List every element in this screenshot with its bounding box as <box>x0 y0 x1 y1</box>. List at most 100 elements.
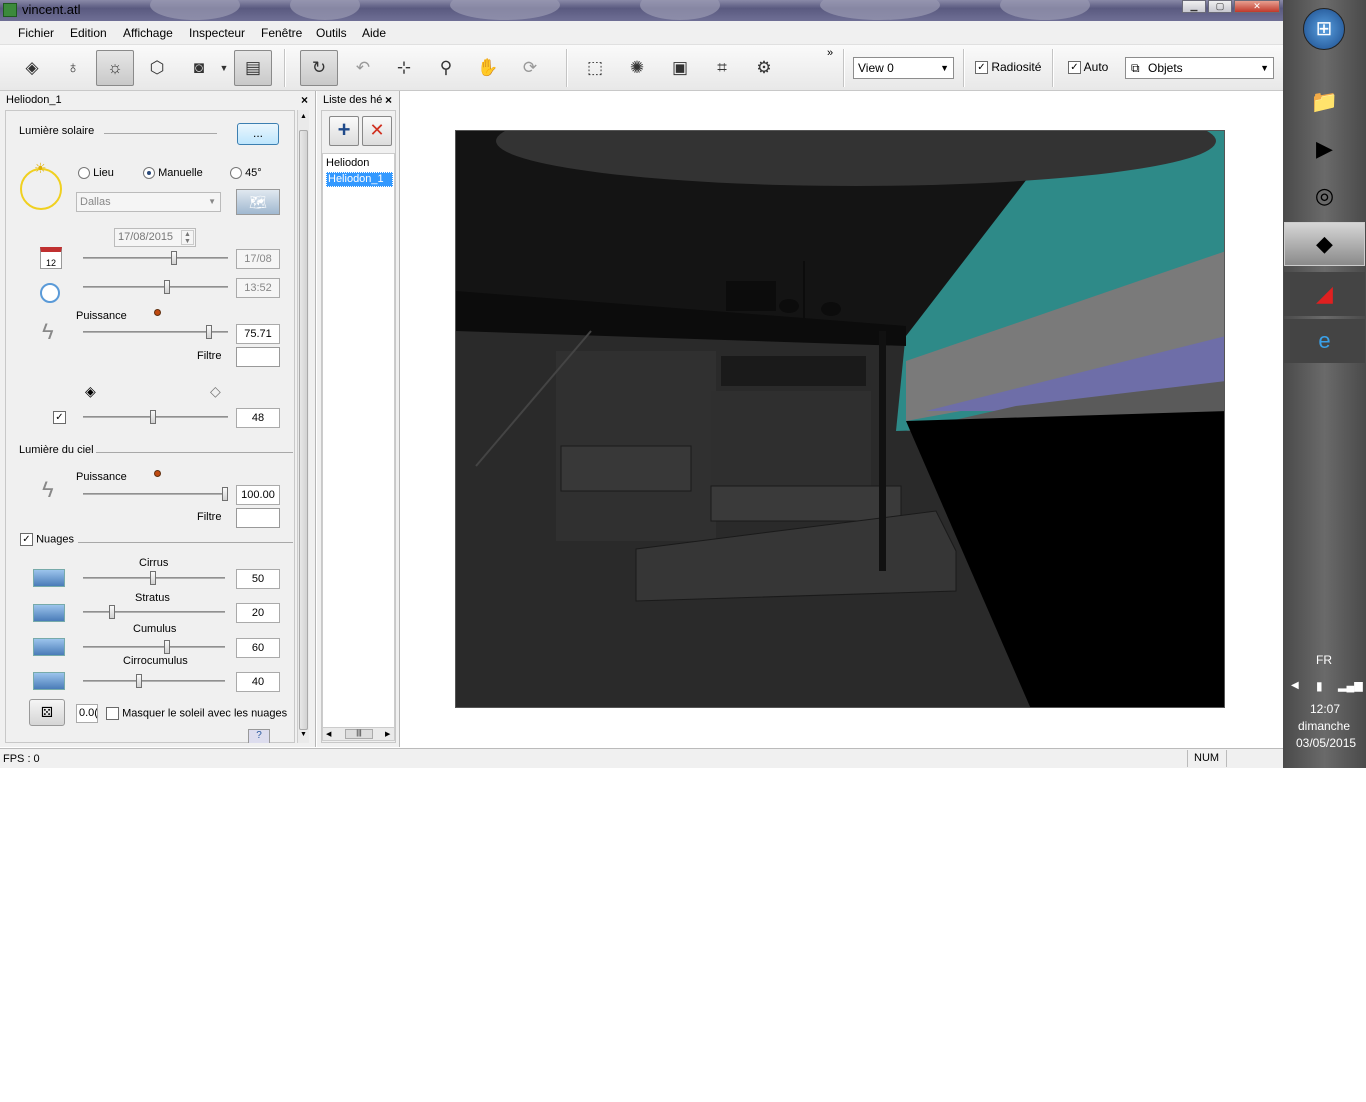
time-slider-thumb[interactable] <box>164 280 170 294</box>
mode-lieu[interactable]: Lieu <box>78 167 114 180</box>
objets-select[interactable]: ⧉ Objets ▼ <box>1125 57 1274 79</box>
ie-icon[interactable]: e <box>1284 319 1365 363</box>
sky-power-slider[interactable] <box>83 487 228 501</box>
cumulus-value[interactable]: 60 <box>236 638 280 658</box>
radio-manuelle[interactable] <box>143 167 155 180</box>
scroll-down-icon[interactable]: ▼ <box>300 731 307 738</box>
clouds-checkbox[interactable]: ✓ <box>20 533 33 546</box>
camera-dropdown-icon[interactable]: ▼ <box>217 50 231 86</box>
media-player-icon[interactable]: ▶ <box>1284 127 1365 171</box>
document-icon[interactable]: ▤ <box>234 50 272 86</box>
scroll-left-icon[interactable]: ◀ <box>326 730 331 738</box>
render-camera-icon[interactable]: ▣ <box>661 50 699 86</box>
scroll-right-icon[interactable]: ▶ <box>385 730 390 738</box>
minimize-button[interactable]: ▁ <box>1182 0 1206 13</box>
location-select[interactable]: Dallas ▼ <box>76 192 221 212</box>
tray-arrow-icon[interactable]: ◀ <box>1291 680 1299 691</box>
light-bulb-icon[interactable]: ♁ <box>54 50 92 86</box>
pan-axis-icon[interactable]: ⊹ <box>385 50 423 86</box>
menu-outils[interactable]: Outils <box>316 26 347 40</box>
sun-options-button[interactable]: ... <box>237 123 279 145</box>
add-icon[interactable]: + <box>329 116 359 146</box>
shadow-slider[interactable] <box>83 410 228 424</box>
help-icon[interactable]: ? <box>248 729 270 743</box>
date-slider[interactable] <box>83 251 228 265</box>
render-view[interactable] <box>455 130 1225 708</box>
clock-day[interactable]: dimanche <box>1298 719 1350 733</box>
radio-45[interactable] <box>230 167 242 180</box>
orbit-icon[interactable]: ↻ <box>300 50 338 86</box>
gear-icon[interactable]: ⚙ <box>745 50 783 86</box>
clock-time[interactable]: 12:07 <box>1310 702 1340 716</box>
crop-icon[interactable]: ⌗ <box>703 50 741 86</box>
close-button[interactable]: ✕ <box>1234 0 1280 13</box>
shadow-value[interactable]: 48 <box>236 408 280 428</box>
radio-lieu[interactable] <box>78 167 90 180</box>
panel-close-icon[interactable]: × <box>301 93 308 107</box>
sky-filter-color[interactable] <box>236 508 280 528</box>
cumulus-slider[interactable] <box>83 640 225 654</box>
sun-icon[interactable]: ☼ <box>96 50 134 86</box>
signal-icon[interactable]: ▂▄▆ <box>1338 679 1363 692</box>
delete-icon[interactable]: ✕ <box>362 116 392 146</box>
menu-aide[interactable]: Aide <box>362 26 386 40</box>
language-indicator[interactable]: FR <box>1316 653 1332 667</box>
date-field[interactable]: 17/08/2015 ▲ ▼ <box>114 228 196 247</box>
mode-45[interactable]: 45° <box>230 167 262 180</box>
sky-power-slider-thumb[interactable] <box>222 487 228 501</box>
shadow-checkbox[interactable]: ✓ <box>53 411 66 424</box>
camera-icon[interactable]: ◙ <box>180 50 218 86</box>
clock-date[interactable]: 03/05/2015 <box>1296 736 1356 750</box>
list-close-icon[interactable]: × <box>385 93 392 107</box>
stratus-slider[interactable] <box>83 605 225 619</box>
menu-fenetre[interactable]: Fenêtre <box>261 26 302 40</box>
cirrus-slider[interactable] <box>83 571 225 585</box>
auto-toggle[interactable]: ✓ Auto <box>1068 60 1108 75</box>
stratus-slider-thumb[interactable] <box>109 605 115 619</box>
sun-power-value[interactable]: 75.71 <box>236 324 280 344</box>
maximize-button[interactable]: ▢ <box>1208 0 1232 13</box>
scroll-thumb[interactable] <box>299 130 308 730</box>
radiosite-checkbox[interactable]: ✓ <box>975 61 988 75</box>
cirrus-slider-thumb[interactable] <box>150 571 156 585</box>
mode-manuelle[interactable]: Manuelle <box>143 167 203 180</box>
clouds-toggle[interactable]: ✓ Nuages <box>20 533 74 546</box>
menu-inspecteur[interactable]: Inspecteur <box>189 26 245 40</box>
cumulus-slider-thumb[interactable] <box>164 640 170 654</box>
spin-icon[interactable]: ▲ ▼ <box>181 230 194 245</box>
sun-power-slider[interactable] <box>83 325 228 339</box>
dice-icon[interactable]: ⚄ <box>29 699 65 726</box>
sky-power-value[interactable]: 100.00 <box>236 485 280 505</box>
cirrocumulus-slider-thumb[interactable] <box>136 674 142 688</box>
artlantis-icon[interactable]: ◆ <box>1284 222 1365 266</box>
axis-icon[interactable]: ⬚ <box>576 50 614 86</box>
list-item[interactable]: Heliodon <box>326 157 369 169</box>
stratus-value[interactable]: 20 <box>236 603 280 623</box>
hide-sun-checkbox[interactable] <box>106 707 119 720</box>
date-slider-thumb[interactable] <box>171 251 177 265</box>
list-item-selected[interactable]: Heliodon_1 <box>326 172 393 187</box>
hide-sun-toggle[interactable]: Masquer le soleil avec les nuages <box>106 707 287 720</box>
shadow-slider-thumb[interactable] <box>150 410 156 424</box>
sun-power-slider-thumb[interactable] <box>206 325 212 339</box>
cirrocumulus-value[interactable]: 40 <box>236 672 280 692</box>
zoom-icon[interactable]: ⚲ <box>427 50 465 86</box>
viewport[interactable] <box>401 91 1281 747</box>
view-select[interactable]: View 0 ▼ <box>853 57 954 79</box>
hand-icon[interactable]: ✋ <box>469 50 507 86</box>
time-slider[interactable] <box>83 280 228 294</box>
menu-fichier[interactable]: Fichier <box>18 26 54 40</box>
cube-icon[interactable]: ⬡ <box>138 50 176 86</box>
auto-checkbox[interactable]: ✓ <box>1068 61 1081 75</box>
radiosite-toggle[interactable]: ✓ Radiosité <box>975 60 1041 75</box>
seed-field[interactable]: 0.0( <box>76 704 98 723</box>
list-hscrollbar[interactable]: ◀ ||| ▶ <box>322 727 395 741</box>
explorer-icon[interactable]: 📁 <box>1284 80 1365 124</box>
sun-filter-color[interactable] <box>236 347 280 367</box>
start-button[interactable]: ⊞ <box>1303 8 1345 50</box>
chrome-icon[interactable]: ◎ <box>1284 174 1365 218</box>
battery-icon[interactable]: ▮ <box>1316 679 1323 693</box>
undo-icon[interactable]: ↶ <box>344 50 382 86</box>
sketchup-icon[interactable]: ◢ <box>1284 272 1365 316</box>
scroll-up-icon[interactable]: ▲ <box>300 113 307 120</box>
